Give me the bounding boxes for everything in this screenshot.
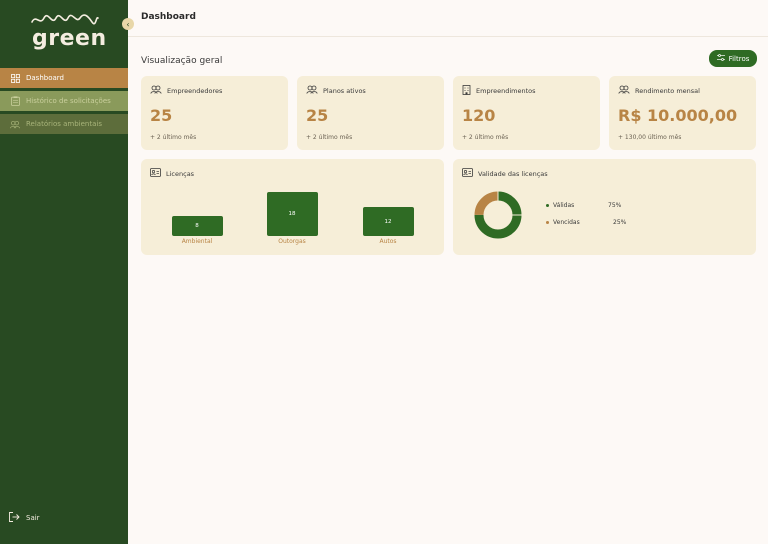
building-icon <box>462 85 471 97</box>
bar-autos: 12 <box>362 207 414 236</box>
stat-delta: + 130,00 último mês <box>618 134 682 141</box>
legend-expired: Vencidas 25% <box>546 219 626 226</box>
stat-delta: + 2 último mês <box>306 134 353 141</box>
legend-dot <box>546 204 549 207</box>
clipboard-icon <box>10 96 20 106</box>
grid-icon <box>10 73 20 83</box>
legend-label: Vencidas <box>553 219 580 226</box>
legend-value: 75% <box>608 202 622 209</box>
licenses-panel: Licenças 8 Ambiental 18 Outorgas 12 Autos <box>141 159 444 255</box>
users-icon <box>306 85 318 96</box>
filter-label: Filtros <box>728 54 750 63</box>
overview-title: Visualização geral <box>141 56 223 66</box>
bar-category-label: Ambiental <box>181 238 213 245</box>
id-card-icon <box>150 168 161 179</box>
validity-panel: Validade das licenças Válidas 75% Vencid… <box>453 159 756 255</box>
legend-value: 25% <box>613 219 627 226</box>
stat-value: 120 <box>462 106 496 125</box>
legend-valid: Válidas 75% <box>546 202 621 209</box>
stat-label: Empreendimentos <box>476 87 536 95</box>
logo-text: green <box>32 26 107 51</box>
logout-label: Sair <box>26 514 40 522</box>
logout-icon <box>9 512 20 524</box>
legend-label: Válidas <box>553 202 575 209</box>
stat-label: Empreendedores <box>167 86 223 95</box>
users-icon <box>618 85 630 96</box>
sidebar-item-dashboard[interactable]: Dashboard <box>0 68 128 88</box>
legend-dot <box>546 221 549 224</box>
id-card-icon <box>462 168 473 179</box>
page-title: Dashboard <box>141 12 196 22</box>
logout-button[interactable]: Sair <box>9 512 40 524</box>
header: Dashboard <box>128 0 768 37</box>
sidebar-item-label: Dashboard <box>26 74 64 82</box>
bar-outorgas: 18 <box>266 192 318 236</box>
bar-value-label: 18 <box>288 211 296 217</box>
stat-value: 25 <box>306 106 329 125</box>
bar-value-label: 8 <box>195 223 199 229</box>
stat-value: R$ 10.000,00 <box>618 106 738 125</box>
sidebar-item-label: Histórico de solicitações <box>26 97 111 105</box>
users-icon <box>150 85 162 96</box>
sliders-icon <box>716 54 725 63</box>
sidebar-item-history[interactable]: Histórico de solicitações <box>0 91 128 111</box>
stat-label: Rendimento mensal <box>635 86 700 95</box>
stat-card-entrepreneurs: Empreendedores 25 + 2 último mês <box>141 76 288 150</box>
stat-card-monthly-income: Rendimento mensal R$ 10.000,00 + 130,00 … <box>609 76 756 150</box>
filter-button[interactable]: Filtros <box>709 50 757 67</box>
users-icon <box>10 119 20 129</box>
bar-ambiental: 8 <box>171 216 223 236</box>
chevron-left-icon: ‹ <box>126 19 130 29</box>
stat-label: Planos ativos <box>323 86 366 95</box>
panel-title: Licenças <box>166 169 195 178</box>
bar-value-label: 12 <box>384 218 392 225</box>
validity-donut-chart <box>474 191 522 239</box>
stat-value: 25 <box>150 106 173 125</box>
stat-card-projects: Empreendimentos 120 + 2 último mês <box>453 76 600 150</box>
sidebar-item-label: Relatórios ambientais <box>26 120 102 128</box>
sidebar-item-reports[interactable]: Relatórios ambientais <box>0 114 128 134</box>
stat-delta: + 2 último mês <box>150 134 197 141</box>
panel-title: Validade das licenças <box>478 169 548 178</box>
bar-category-label: Autos <box>379 238 397 245</box>
stat-delta: + 2 último mês <box>462 134 509 141</box>
sidebar: green Dashboard Histórico de solicitaçõe… <box>0 0 128 544</box>
bar-category-label: Outorgas <box>278 238 306 245</box>
stat-card-active-plans: Planos ativos 25 + 2 último mês <box>297 76 444 150</box>
collapse-sidebar-button[interactable]: ‹ <box>122 18 134 30</box>
logo: green <box>30 12 106 52</box>
